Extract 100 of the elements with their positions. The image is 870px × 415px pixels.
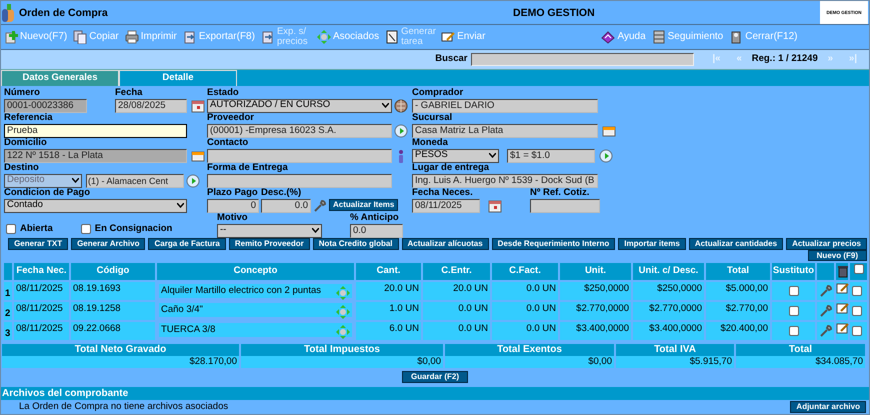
checkbox[interactable]: [788, 326, 798, 336]
pencil-icon[interactable]: [836, 322, 850, 336]
save-button[interactable]: Guardar (F2): [402, 370, 468, 383]
field-label: Lugar de entrega: [412, 162, 490, 174]
lookup-icon[interactable]: [186, 174, 200, 188]
input-field[interactable]: 0: [207, 198, 259, 213]
field-label: Plazo Pago: [207, 188, 259, 199]
action-button[interactable]: Generar TXT: [8, 238, 68, 250]
input-field[interactable]: [207, 148, 392, 163]
app-logo-icon: [1, 2, 17, 23]
input-field[interactable]: 122 Nº 1518 - La Plata: [4, 148, 187, 163]
empty-message: La Orden de Compra no tiene archivos asociados: [19, 402, 228, 413]
dropdown[interactable]: PESOS: [412, 148, 499, 163]
table-cell: 20.0 UN: [355, 280, 422, 301]
column-header: C.Entr.: [422, 262, 491, 281]
update-items-button[interactable]: Actualizar Items: [329, 198, 398, 211]
dropdown[interactable]: Contado: [4, 198, 187, 213]
cabinet-icon: [652, 30, 666, 44]
checkbox[interactable]: [80, 224, 91, 234]
field-label: Destino: [4, 162, 40, 174]
exit-icon: [729, 30, 744, 44]
action-button[interactable]: Carga de Factura: [148, 238, 226, 250]
card-icon[interactable]: [602, 124, 616, 138]
checkbox[interactable]: [6, 224, 16, 234]
field-label: Estado: [207, 88, 240, 99]
caret-icon: [489, 153, 496, 158]
input-field[interactable]: 28/08/2025: [115, 98, 187, 113]
trash-icon[interactable]: [836, 264, 850, 278]
total-label: Total Exentos: [445, 344, 614, 356]
field-label: Nº Ref. Cotiz.: [530, 188, 590, 199]
input-field[interactable]: 0.0: [261, 198, 311, 213]
input-field[interactable]: 0001-00023386: [4, 98, 87, 113]
input-field[interactable]: 0.0: [350, 224, 403, 238]
caret-icon: [382, 103, 389, 108]
table-cell: 1.0 UN: [355, 300, 422, 321]
calendar-icon[interactable]: [488, 198, 502, 213]
action-button[interactable]: Remito Proveedor: [228, 238, 310, 250]
search-field[interactable]: [471, 53, 694, 66]
field-label: Moneda: [412, 138, 449, 149]
input-field[interactable]: - GABRIEL DARIO: [412, 98, 598, 113]
input-field[interactable]: (00001) -Empresa 16023 S.A.: [207, 124, 392, 138]
lookup-icon[interactable]: [394, 124, 408, 138]
pencil-icon[interactable]: [836, 282, 850, 296]
table-cell: Caño 3/4": [161, 304, 203, 317]
field-label: Contacto: [207, 138, 250, 149]
wrench-icon[interactable]: [819, 324, 833, 338]
globe-icon[interactable]: [394, 98, 408, 113]
total-value: $0,00: [241, 356, 443, 368]
caret-icon: [177, 203, 184, 208]
input-field[interactable]: Ing. Luis A. Huergo Nº 1539 - Dock Sud (B: [412, 174, 598, 188]
action-button[interactable]: Generar Archivo: [71, 238, 146, 250]
plus-icon: [4, 30, 18, 44]
wrench-icon[interactable]: [313, 198, 327, 213]
dropdown[interactable]: --: [217, 224, 322, 238]
wrench-icon[interactable]: [819, 284, 833, 298]
checkbox[interactable]: [788, 306, 798, 316]
checkbox[interactable]: [788, 286, 798, 296]
input-field[interactable]: 08/11/2025: [412, 198, 480, 213]
action-button[interactable]: Actualizar precios: [786, 238, 867, 250]
checkbox[interactable]: [852, 306, 862, 316]
input-field[interactable]: [530, 198, 600, 213]
action-button[interactable]: Desde Requerimiento Interno: [492, 238, 616, 250]
action-button[interactable]: Actualizar cantidades: [688, 238, 784, 250]
card-icon[interactable]: [191, 148, 205, 163]
printer-icon: [124, 30, 139, 44]
field-label: % Anticipo: [350, 212, 400, 224]
table-cell: 6.0 UN: [355, 320, 422, 341]
attach-file-button[interactable]: Adjuntar archivo: [790, 401, 866, 414]
field-label: Fecha Neces.: [412, 188, 474, 199]
section-header: Archivos del comprobante: [1, 387, 869, 400]
arrows-icon: [316, 30, 331, 44]
lookup-icon[interactable]: [599, 148, 613, 163]
checkbox[interactable]: [852, 286, 862, 296]
action-button[interactable]: Importar items: [618, 238, 686, 250]
column-header: Fecha Nec.: [13, 262, 70, 281]
checkbox-label: En Consignacion: [94, 224, 172, 235]
column-header: Sustituto: [771, 262, 816, 281]
action-button[interactable]: Actualizar alícuotas: [402, 238, 489, 250]
field-label: Sucursal: [412, 112, 454, 124]
field-label: Referencia: [4, 112, 54, 124]
field-label: Desc.(%): [261, 188, 302, 199]
total-label: Total Impuestos: [241, 344, 443, 356]
pencil-icon[interactable]: [836, 302, 850, 316]
column-header: Código: [70, 262, 156, 281]
calendar-icon[interactable]: [191, 98, 205, 113]
checkbox[interactable]: [852, 326, 862, 336]
dropdown[interactable]: AUTORIZADO / EN CURSO: [207, 98, 392, 113]
record-counter: Reg.: 1 / 21249: [752, 54, 818, 66]
field-label: Proveedor: [207, 112, 255, 124]
checkbox[interactable]: [854, 264, 864, 274]
book-icon: [601, 30, 616, 44]
input-field[interactable]: Prueba: [4, 124, 187, 138]
column-header: Unit.: [559, 262, 632, 281]
total-label: Total: [736, 344, 865, 356]
input-field[interactable]: Casa Matriz La Plata: [412, 124, 598, 138]
action-button[interactable]: Nota Credito global: [312, 238, 399, 250]
new-item-button[interactable]: Nuevo (F9): [808, 250, 867, 261]
input-field[interactable]: $1 = $1.0: [507, 148, 595, 163]
input-field[interactable]: [207, 174, 392, 188]
wrench-icon[interactable]: [819, 304, 833, 318]
